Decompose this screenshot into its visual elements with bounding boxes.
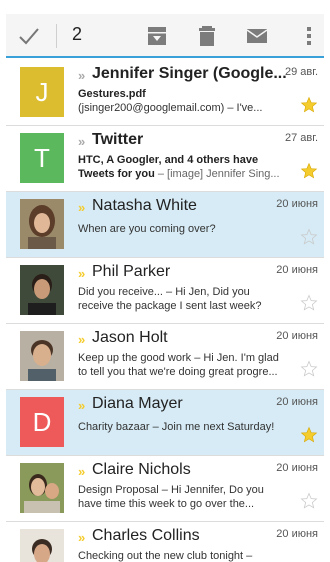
avatar[interactable] — [20, 463, 64, 513]
email-subject: Gestures.pdf — [78, 87, 292, 101]
importance-marker-icon: » — [78, 530, 85, 545]
contact-photo-icon — [20, 529, 64, 562]
email-snippet: (jsinger200@googlemail.com) – I've... — [78, 101, 292, 115]
snippet-text: Charity bazaar – Join me next Saturday! — [78, 421, 275, 433]
list-item[interactable]: » Claire Nichols 20 июня Design Proposal… — [6, 456, 324, 522]
avatar-letter: D — [32, 406, 52, 437]
importance-marker-icon: » — [78, 464, 85, 479]
email-date: 29 авг. — [285, 66, 318, 78]
avatar[interactable] — [20, 529, 64, 562]
trash-icon[interactable] — [194, 23, 220, 49]
importance-marker-icon: » — [78, 266, 85, 281]
importance-marker-icon: » — [78, 200, 85, 215]
email-date: 20 июня — [276, 198, 318, 210]
importance-marker-icon: » — [78, 332, 85, 347]
sender-name: Jason Holt — [92, 329, 168, 346]
importance-marker-icon: » — [78, 398, 85, 413]
subject-text: HTC, A Googler, and 4 others have — [78, 154, 259, 166]
snippet-text: to tell you that we're doing great progr… — [78, 366, 278, 378]
email-snippet-continued: have time this week to go over the... — [78, 497, 292, 511]
avatar[interactable]: J — [20, 67, 64, 117]
email-snippet-continued: receive the package I sent last week? — [78, 299, 292, 313]
subject-text: Gestures.pdf — [78, 88, 146, 100]
star-icon[interactable] — [300, 360, 318, 378]
email-date: 27 авг. — [285, 132, 318, 144]
sender-name: Claire Nichols — [92, 461, 191, 478]
snippet-text: (jsinger200@googlemail.com) – I've... — [78, 102, 263, 114]
email-snippet: Charity bazaar – Join me next Saturday! — [78, 420, 292, 434]
email-snippet-continued: to tell you that we're doing great progr… — [78, 365, 292, 379]
snippet-text: Did you receive... – Hi Jen, Did you — [78, 286, 250, 298]
list-item[interactable]: » Jason Holt 20 июня Keep up the good wo… — [6, 324, 324, 390]
email-date: 20 июня — [276, 330, 318, 342]
contextual-action-bar: 2 — [6, 14, 324, 58]
email-snippet: Design Proposal – Hi Jennifer, Do you — [78, 483, 292, 497]
sender-name: Natasha White — [92, 197, 197, 214]
email-date: 20 июня — [276, 396, 318, 408]
avatar-letter: T — [34, 142, 50, 173]
avatar[interactable]: T — [20, 133, 64, 183]
avatar[interactable] — [20, 199, 64, 249]
sender-name: Charles Collins — [92, 527, 200, 544]
contact-photo-icon — [20, 331, 64, 381]
archive-icon[interactable] — [144, 23, 170, 49]
star-icon[interactable] — [300, 228, 318, 246]
list-item[interactable]: » Natasha White 20 июня When are you com… — [6, 192, 324, 258]
sender-name: Jennifer Singer (Google... — [92, 65, 287, 82]
avatar[interactable] — [20, 331, 64, 381]
importance-marker-icon: » — [78, 134, 85, 149]
snippet-text: – [image] Jennifer Sing... — [154, 168, 280, 180]
avatar[interactable] — [20, 265, 64, 315]
email-date: 20 июня — [276, 264, 318, 276]
snippet-text: Keep up the good work – Hi Jen. I'm glad — [78, 352, 279, 364]
contact-photo-icon — [20, 199, 64, 249]
snippet-text: receive the package I sent last week? — [78, 300, 262, 312]
list-item[interactable]: » Charles Collins 20 июня Checking out t… — [6, 522, 324, 562]
email-snippet: Keep up the good work – Hi Jen. I'm glad — [78, 351, 292, 365]
importance-marker-icon: » — [78, 68, 85, 83]
overflow-menu-icon[interactable] — [296, 23, 322, 49]
snippet-text: Checking out the new club tonight – — [78, 550, 253, 562]
email-subject: HTC, A Googler, and 4 others have — [78, 153, 292, 167]
conversation-list: J » Jennifer Singer (Google... 29 авг. G… — [6, 60, 324, 562]
email-snippet: Did you receive... – Hi Jen, Did you — [78, 285, 292, 299]
email-date: 20 июня — [276, 528, 318, 540]
star-icon[interactable] — [300, 162, 318, 180]
list-item[interactable]: » Phil Parker 20 июня Did you receive...… — [6, 258, 324, 324]
snippet-bold-text: Tweets for you — [78, 168, 155, 180]
star-icon[interactable] — [300, 294, 318, 312]
email-date: 20 июня — [276, 462, 318, 474]
divider — [56, 24, 57, 48]
email-snippet: Tweets for you – [image] Jennifer Sing..… — [78, 167, 292, 181]
contact-photo-icon — [20, 265, 64, 315]
list-item[interactable]: T » Twitter 27 авг. HTC, A Googler, and … — [6, 126, 324, 192]
gmail-conversation-list-screen: 2 J » Jennifer Singer (Google... 29 авг.… — [0, 0, 330, 562]
avatar[interactable]: D — [20, 397, 64, 447]
list-item[interactable]: D » Diana Mayer 20 июня Charity bazaar –… — [6, 390, 324, 456]
checkmark-icon[interactable] — [16, 23, 42, 49]
sender-name: Diana Mayer — [92, 395, 183, 412]
selected-count: 2 — [72, 24, 83, 44]
avatar-letter: J — [35, 76, 49, 107]
mail-icon[interactable] — [244, 23, 270, 49]
star-icon[interactable] — [300, 492, 318, 510]
email-snippet: Checking out the new club tonight – — [78, 549, 292, 562]
sender-name: Phil Parker — [92, 263, 171, 280]
star-icon[interactable] — [300, 96, 318, 114]
contact-photo-icon — [20, 463, 64, 513]
snippet-text: have time this week to go over the... — [78, 498, 255, 510]
sender-name: Twitter — [92, 131, 144, 148]
star-icon[interactable] — [300, 426, 318, 444]
email-snippet: When are you coming over? — [78, 222, 292, 236]
list-item[interactable]: J » Jennifer Singer (Google... 29 авг. G… — [6, 60, 324, 126]
snippet-text: When are you coming over? — [78, 223, 216, 235]
snippet-text: Design Proposal – Hi Jennifer, Do you — [78, 484, 264, 496]
